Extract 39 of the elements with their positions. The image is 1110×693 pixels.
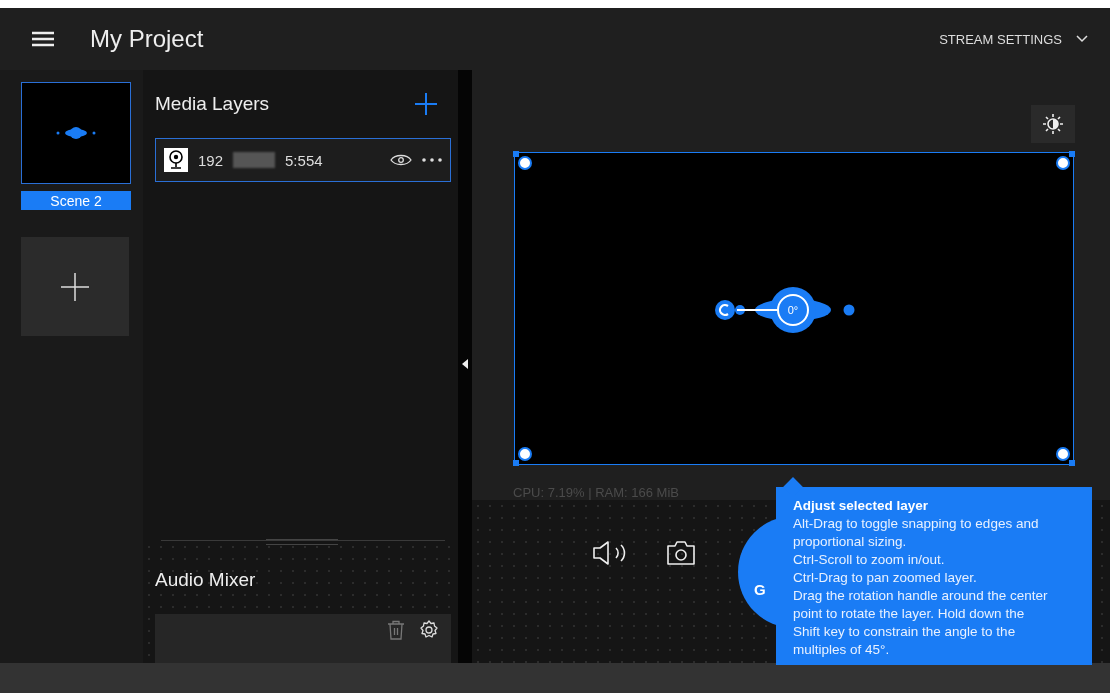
resize-handle[interactable] xyxy=(518,447,532,461)
preview-canvas[interactable]: 0° xyxy=(514,152,1074,465)
resize-handle[interactable] xyxy=(518,156,532,170)
corner-marker xyxy=(1069,460,1075,466)
settings-icon[interactable] xyxy=(419,619,439,640)
resize-handle[interactable] xyxy=(1056,447,1070,461)
media-layers-heading: Media Layers xyxy=(155,93,270,115)
scene-item[interactable]: Scene 2 xyxy=(21,82,131,210)
corner-marker xyxy=(513,460,519,466)
tooltip-text: Alt-Drag to toggle snapping to edges and proportional sizing. xyxy=(793,515,1040,551)
tooltip-text: Ctrl-Drag to pan zoomed layer. xyxy=(793,569,978,587)
more-options-icon[interactable] xyxy=(422,158,442,162)
brightness-icon[interactable] xyxy=(1031,105,1075,143)
corner-marker xyxy=(1069,151,1075,157)
tooltip-text: Ctrl-Scroll to zoom in/out. xyxy=(793,551,946,569)
resize-grip[interactable] xyxy=(266,539,338,545)
rotation-handle-drawing[interactable]: 0° xyxy=(713,285,858,335)
chevron-down-icon xyxy=(1076,35,1088,43)
webcam-icon xyxy=(164,148,188,172)
plus-icon xyxy=(60,271,90,302)
tooltip-title: Adjust selected layer xyxy=(793,497,930,515)
corner-marker xyxy=(513,151,519,157)
redaction-blur xyxy=(233,152,276,168)
menu-icon[interactable] xyxy=(30,29,56,49)
add-layer-icon[interactable] xyxy=(415,93,437,115)
collapse-panel-icon[interactable] xyxy=(462,358,468,369)
scene-label: Scene 2 xyxy=(21,191,131,210)
stream-settings-dropdown[interactable]: STREAM SETTINGS xyxy=(935,27,1092,51)
trash-icon[interactable] xyxy=(387,619,405,640)
tooltip-text: Drag the rotation handle around the center point to rotate the layer. Hold down the Shift key to constrain the angle to the multiples of 45°. xyxy=(793,587,1048,659)
layer-address: 5:554 xyxy=(285,151,323,169)
media-layer-row[interactable]: 192 5:554 xyxy=(155,138,451,182)
audio-mixer-heading: Audio Mixer xyxy=(155,569,257,592)
speaker-icon[interactable] xyxy=(592,540,628,566)
layer-address: 192 xyxy=(198,151,224,169)
project-title: My Project xyxy=(90,25,204,53)
visibility-eye-icon[interactable] xyxy=(390,153,412,167)
resize-handle[interactable] xyxy=(1056,156,1070,170)
camera-icon[interactable] xyxy=(666,540,696,566)
